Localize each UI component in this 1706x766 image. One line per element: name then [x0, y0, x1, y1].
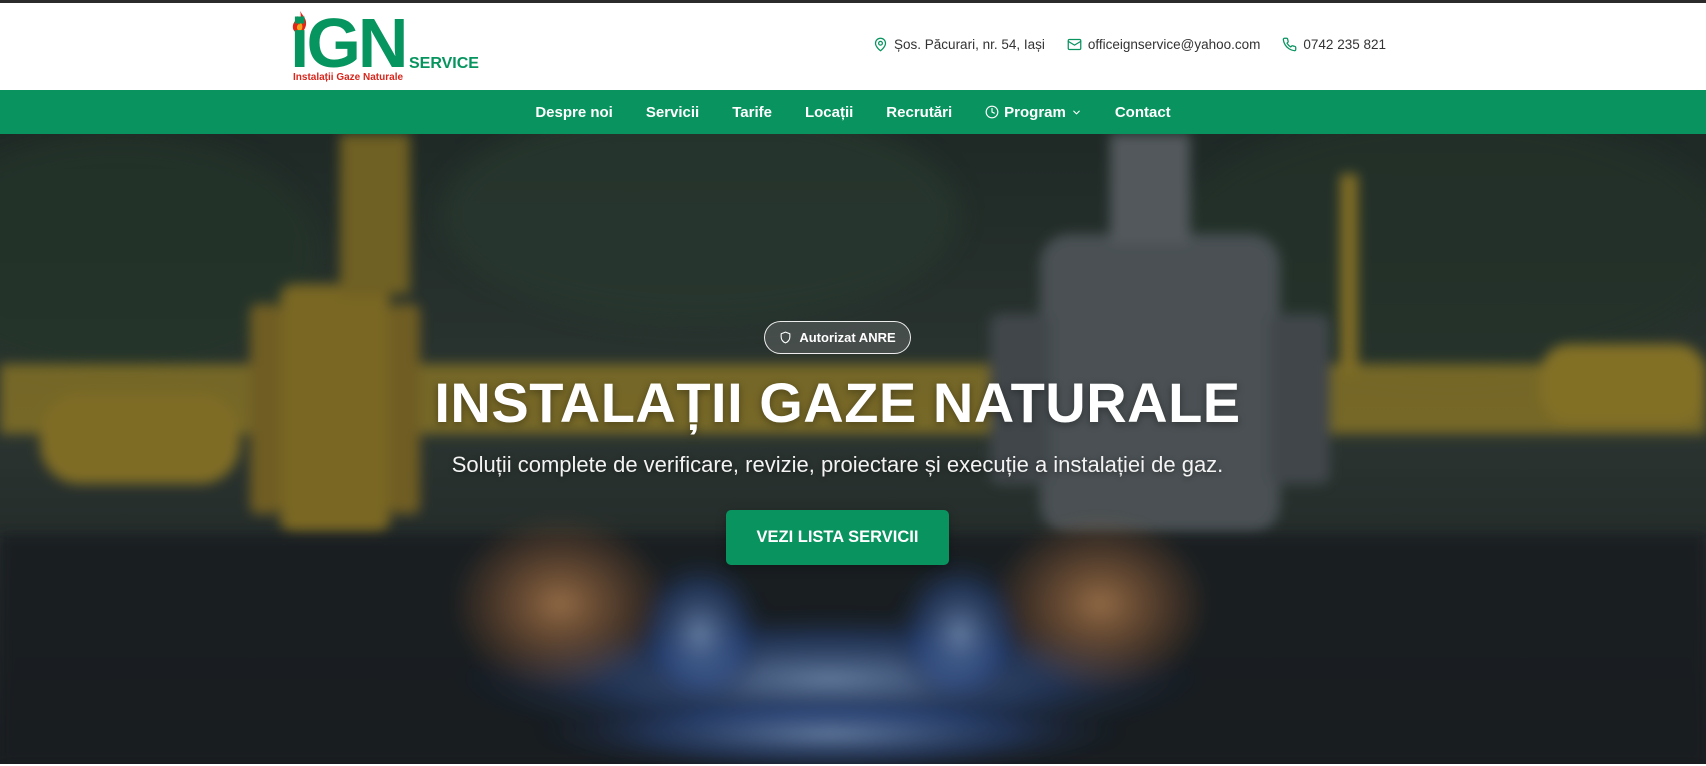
contact-email[interactable]: officeignservice@yahoo.com — [1067, 37, 1261, 52]
map-pin-icon — [874, 37, 887, 52]
shield-icon — [780, 331, 791, 344]
hero-subtitle: Soluții complete de verificare, revizie,… — [451, 452, 1224, 477]
nav-item-label: Program — [1004, 103, 1066, 121]
badge-label: Autorizat ANRE — [799, 330, 896, 345]
nav-item-label: Locații — [804, 103, 854, 121]
site-header: iGN SERVICE Instalații Gaze Naturale Șos… — [0, 3, 1706, 90]
nav-item-label: Despre noi — [535, 103, 613, 121]
nav-item-locatii[interactable]: Locații — [805, 104, 853, 121]
main-nav: Despre noi Servicii Tarife Locații Recru… — [0, 90, 1706, 134]
hero-title: INSTALAȚII GAZE NATURALE — [434, 371, 1241, 434]
nav-item-tarife[interactable]: Tarife — [732, 104, 772, 121]
nav-item-contact[interactable]: Contact — [1115, 104, 1171, 121]
contact-address[interactable]: Șos. Păcurari, nr. 54, Iași — [873, 37, 1045, 52]
nav-item-label: Recrutări — [886, 103, 953, 121]
nav-item-program-dropdown[interactable]: Program — [985, 104, 1082, 121]
contact-phone-text: 0742 235 821 — [1303, 37, 1386, 52]
phone-icon — [1283, 37, 1297, 52]
contact-address-text: Șos. Păcurari, nr. 54, Iași — [894, 37, 1045, 52]
nav-item-label: Contact — [1114, 103, 1171, 121]
nav-item-despre-noi[interactable]: Despre noi — [535, 104, 613, 121]
contact-phone[interactable]: 0742 235 821 — [1282, 37, 1386, 52]
site-logo[interactable]: iGN SERVICE Instalații Gaze Naturale — [290, 4, 479, 83]
logo-tagline: Instalații Gaze Naturale — [293, 72, 404, 83]
clock-icon — [985, 105, 999, 119]
view-services-button[interactable]: VEZI LISTA SERVICII — [726, 510, 949, 565]
anre-badge: Autorizat ANRE — [764, 321, 911, 354]
mail-icon — [1067, 38, 1082, 51]
nav-item-servicii[interactable]: Servicii — [646, 104, 699, 121]
logo-service-text: SERVICE — [409, 55, 479, 72]
nav-item-label: Servicii — [645, 103, 700, 121]
logo-wordmark: iGN — [290, 4, 408, 82]
nav-item-label: Tarife — [732, 103, 772, 121]
nav-item-recrutari[interactable]: Recrutări — [886, 104, 952, 121]
contact-email-text: officeignservice@yahoo.com — [1087, 37, 1261, 52]
hero-section: Autorizat ANRE INSTALAȚII GAZE NATURALE … — [0, 134, 1706, 764]
chevron-down-icon — [1073, 110, 1080, 114]
contact-bar: Șos. Păcurari, nr. 54, Iași officeignser… — [873, 37, 1386, 52]
hero-overlay — [0, 134, 1706, 764]
